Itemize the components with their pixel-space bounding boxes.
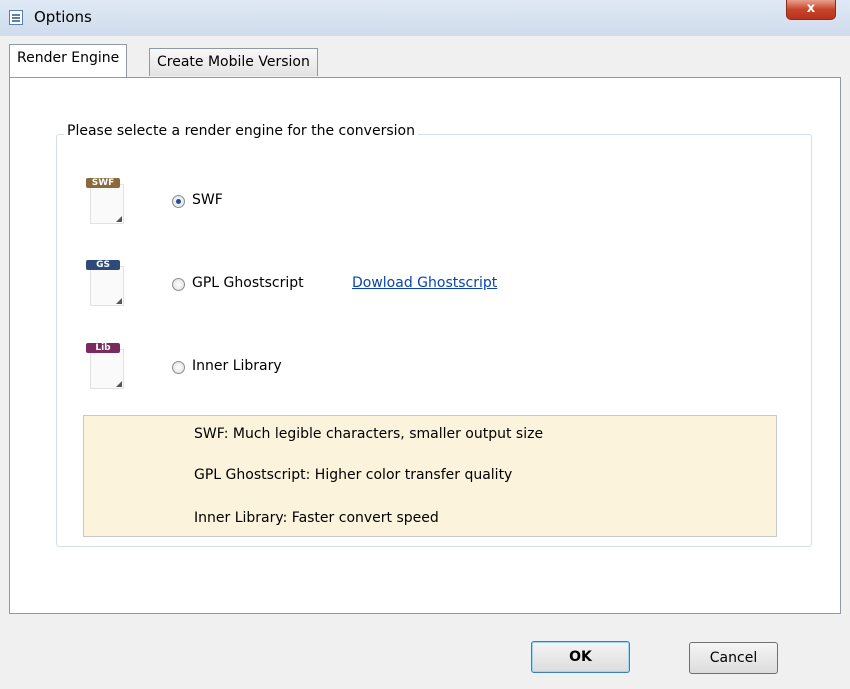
inner-library-radio-label[interactable]: Inner Library	[192, 358, 282, 374]
close-button[interactable]: x	[786, 0, 836, 20]
gs-badge: GS	[86, 260, 120, 270]
groupbox-label: Please selecte a render engine for the c…	[64, 123, 418, 139]
info-line-ghostscript: GPL Ghostscript: Higher color transfer q…	[194, 467, 513, 483]
ghostscript-file-icon: GS	[86, 260, 128, 308]
swf-radio[interactable]	[172, 195, 185, 208]
tab-strip: Render Engine Create Mobile Version	[0, 36, 850, 78]
lib-badge: Lib	[86, 343, 120, 353]
ghostscript-radio[interactable]	[172, 278, 185, 291]
title-bar: Options x	[0, 0, 850, 36]
tab-panel-render-engine: Please selecte a render engine for the c…	[9, 77, 841, 614]
swf-file-icon: SWF	[86, 178, 128, 226]
window-title: Options	[34, 8, 92, 26]
info-line-inner-library: Inner Library: Faster convert speed	[194, 510, 439, 526]
inner-library-file-icon: Lib	[86, 343, 128, 391]
tab-create-mobile-version[interactable]: Create Mobile Version	[149, 48, 318, 76]
cancel-button[interactable]: Cancel	[689, 642, 778, 674]
swf-badge: SWF	[86, 178, 120, 188]
engine-info-box: SWF: Much legible characters, smaller ou…	[83, 415, 777, 537]
inner-library-radio[interactable]	[172, 361, 185, 374]
download-ghostscript-link[interactable]: Dowload Ghostscript	[352, 275, 497, 291]
app-icon	[9, 10, 23, 25]
info-line-swf: SWF: Much legible characters, smaller ou…	[194, 426, 544, 442]
ok-button[interactable]: OK	[531, 641, 630, 673]
swf-radio-label[interactable]: SWF	[192, 192, 223, 208]
ghostscript-radio-label[interactable]: GPL Ghostscript	[192, 275, 304, 291]
tab-render-engine[interactable]: Render Engine	[9, 44, 128, 77]
options-dialog: Options x Render Engine Create Mobile Ve…	[0, 0, 850, 689]
